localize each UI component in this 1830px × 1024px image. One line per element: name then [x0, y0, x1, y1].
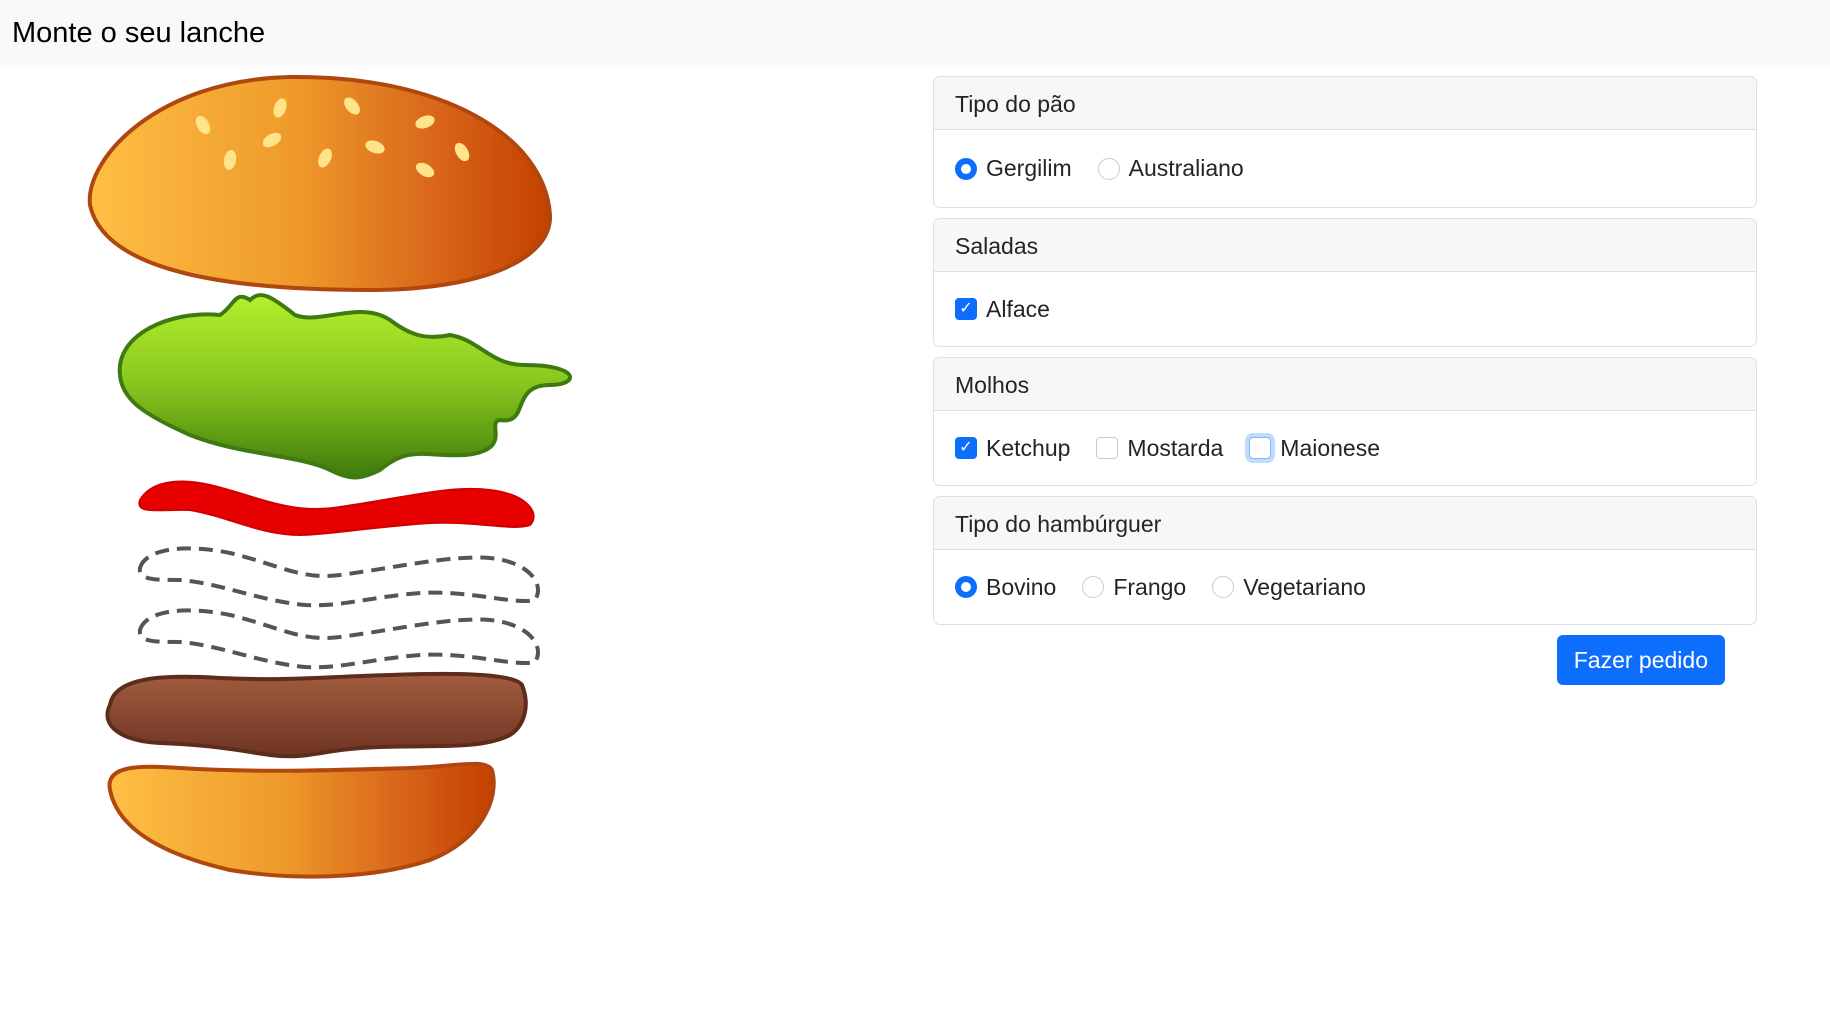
patty-option-label: Frango: [1113, 573, 1187, 600]
sauce-option-ketchup[interactable]: ✓ Ketchup: [955, 435, 1070, 462]
sauce-option-label: Ketchup: [986, 434, 1071, 461]
checkbox-alface[interactable]: ✓: [955, 298, 977, 320]
salads-title: Saladas: [934, 219, 1756, 272]
radio-bovino[interactable]: [955, 576, 977, 598]
submit-order-button[interactable]: Fazer pedido: [1556, 635, 1725, 685]
mustard-empty-layer: [137, 546, 540, 608]
order-form: Tipo do pão Gergilim Australiano Saladas…: [933, 76, 1757, 685]
salads-card: Saladas ✓ Alface: [933, 218, 1757, 347]
bread-option-label: Australiano: [1128, 155, 1244, 181]
checkbox-ketchup[interactable]: ✓: [955, 437, 977, 459]
checkbox-mostarda[interactable]: [1096, 437, 1119, 459]
bread-type-title: Tipo do pão: [934, 77, 1756, 130]
top-bun: [87, 74, 553, 293]
bread-option-australiano[interactable]: Australiano: [1097, 155, 1244, 182]
radio-gergilim[interactable]: [955, 157, 977, 180]
sauces-title: Molhos: [934, 358, 1756, 411]
mayo-empty-layer: [137, 608, 540, 670]
patty-type-title: Tipo do hambúrguer: [934, 497, 1756, 550]
sauces-options: ✓ Ketchup Mostarda Maionese: [934, 411, 1756, 485]
salad-option-label: Alface: [986, 295, 1050, 322]
sauce-option-label: Maionese: [1280, 434, 1381, 461]
patty-option-bovino[interactable]: Bovino: [955, 574, 1056, 601]
bread-option-gergilim[interactable]: Gergilim: [955, 155, 1072, 182]
patty-option-label: Vegetariano: [1243, 573, 1366, 600]
navbar: Monte o seu lanche: [0, 0, 1830, 65]
bread-type-card: Tipo do pão Gergilim Australiano: [933, 76, 1757, 208]
sauces-card: Molhos ✓ Ketchup Mostarda Maionese: [933, 357, 1757, 486]
radio-frango[interactable]: [1082, 576, 1105, 598]
burger-preview: [60, 65, 620, 915]
radio-vegetariano[interactable]: [1212, 576, 1235, 598]
sauce-option-label: Mostarda: [1127, 434, 1224, 461]
patty-option-label: Bovino: [986, 573, 1057, 600]
bottom-bun: [107, 761, 496, 879]
radio-australiano[interactable]: [1097, 157, 1120, 180]
bread-option-label: Gergilim: [986, 155, 1072, 181]
sauce-option-mostarda[interactable]: Mostarda: [1096, 435, 1223, 462]
patty-layer: [105, 671, 528, 759]
ketchup-layer: [138, 480, 535, 537]
patty-option-vegetariano[interactable]: Vegetariano: [1212, 574, 1366, 601]
bread-type-options: Gergilim Australiano: [934, 130, 1756, 207]
submit-row: Fazer pedido: [933, 635, 1757, 685]
salads-options: ✓ Alface: [934, 272, 1756, 346]
checkbox-maionese[interactable]: [1249, 437, 1272, 459]
patty-type-card: Tipo do hambúrguer Bovino Frango Vegetar…: [933, 496, 1757, 625]
patty-option-frango[interactable]: Frango: [1082, 574, 1186, 601]
patty-type-options: Bovino Frango Vegetariano: [934, 550, 1756, 624]
navbar-brand[interactable]: Monte o seu lanche: [12, 16, 265, 50]
sauce-option-maionese[interactable]: Maionese: [1249, 435, 1380, 462]
lettuce-layer: [117, 293, 572, 480]
salad-option-alface[interactable]: ✓ Alface: [955, 296, 1050, 323]
